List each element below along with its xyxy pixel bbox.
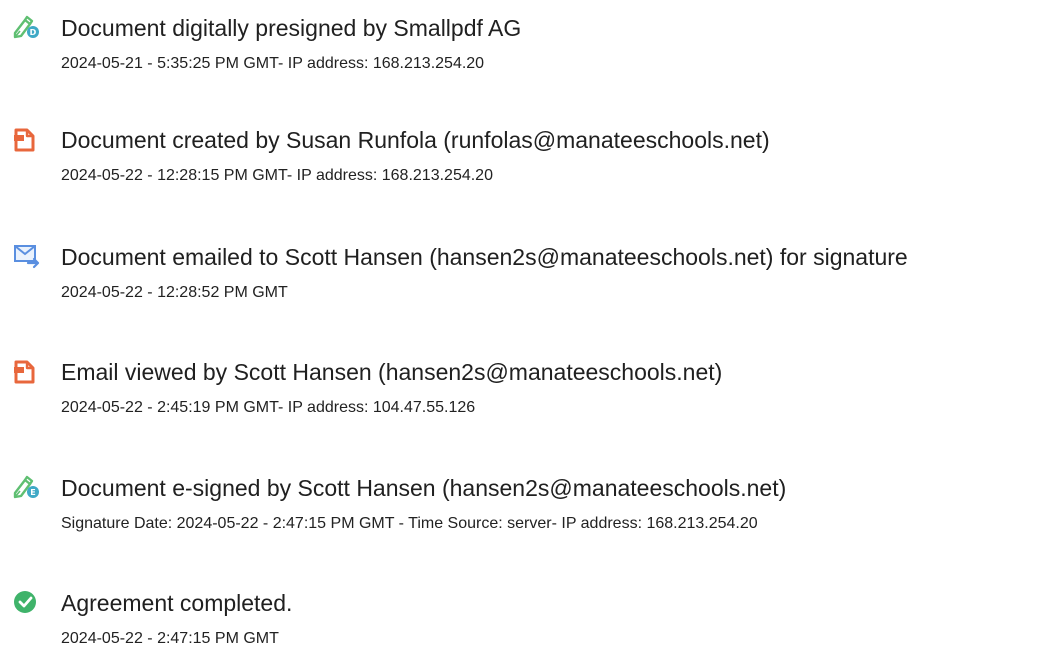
- check-circle-icon: [12, 589, 42, 615]
- document-created-icon: [12, 126, 42, 152]
- svg-text:D: D: [30, 28, 37, 37]
- event-title: Document digitally presigned by Smallpdf…: [61, 15, 522, 41]
- event-title: Agreement completed.: [61, 590, 293, 616]
- event-detail: 2024-05-21 - 5:35:25 PM GMT- IP address:…: [61, 55, 485, 72]
- email-sent-icon: [12, 243, 42, 269]
- document-viewed-icon: [12, 358, 42, 384]
- pen-signature-icon: D: [12, 14, 42, 40]
- event-detail: 2024-05-22 - 2:45:19 PM GMT- IP address:…: [61, 399, 476, 416]
- event-detail: Signature Date: 2024-05-22 - 2:47:15 PM …: [61, 515, 758, 532]
- event-title: Document emailed to Scott Hansen (hansen…: [61, 244, 908, 270]
- event-detail: 2024-05-22 - 2:47:15 PM GMT: [61, 630, 279, 647]
- svg-text:E: E: [30, 488, 35, 497]
- event-title: Document e-signed by Scott Hansen (hanse…: [61, 475, 787, 501]
- event-detail: 2024-05-22 - 12:28:52 PM GMT: [61, 284, 288, 301]
- event-detail: 2024-05-22 - 12:28:15 PM GMT- IP address…: [61, 167, 493, 184]
- event-title: Email viewed by Scott Hansen (hansen2s@m…: [61, 359, 723, 385]
- event-title: Document created by Susan Runfola (runfo…: [61, 127, 770, 153]
- pen-signature-icon: E: [12, 474, 42, 500]
